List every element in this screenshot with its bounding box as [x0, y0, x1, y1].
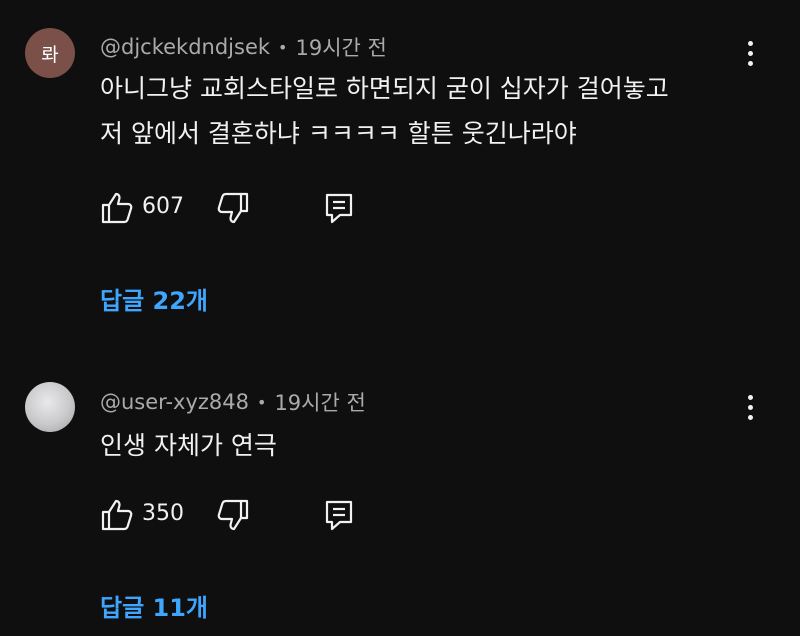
- like-count: 350: [142, 501, 184, 526]
- more-vert-icon[interactable]: [738, 392, 762, 422]
- comment-actions: 607: [100, 190, 400, 226]
- view-replies-button[interactable]: 답글 22개: [100, 281, 208, 316]
- separator-dot: •: [257, 392, 267, 412]
- comment-text: 아니그냥 교회스타일로 하면되지 굳이 십자가 걸어놓고 저 앞에서 결혼하냐 …: [100, 66, 669, 156]
- view-replies-button[interactable]: 답글 11개: [100, 588, 208, 623]
- comment-reply-icon[interactable]: [324, 191, 354, 225]
- username[interactable]: @djckekdndjsek: [100, 35, 270, 59]
- username[interactable]: @user-xyz848: [100, 390, 249, 414]
- comment-text: 인생 자체가 연극: [100, 423, 277, 468]
- comment-time[interactable]: 19시간 전: [274, 387, 365, 417]
- thumbs-up-icon[interactable]: [100, 497, 134, 533]
- avatar[interactable]: 롸: [25, 28, 75, 78]
- thumbs-down-icon[interactable]: [216, 497, 250, 533]
- comment-line: 아니그냥 교회스타일로 하면되지 굳이 십자가 걸어놓고: [100, 74, 669, 103]
- comment-actions: 350: [100, 497, 400, 533]
- thumbs-up-icon[interactable]: [100, 190, 134, 226]
- more-vert-icon[interactable]: [738, 38, 762, 68]
- separator-dot: •: [278, 37, 288, 57]
- comment-time[interactable]: 19시간 전: [295, 32, 386, 62]
- comment-line: 저 앞에서 결혼하냐 ㅋㅋㅋㅋ 할튼 웃긴나라야: [100, 119, 577, 148]
- comment-header: @djckekdndjsek • 19시간 전: [100, 32, 387, 62]
- comment-line: 인생 자체가 연극: [100, 431, 277, 460]
- thumbs-down-icon[interactable]: [216, 190, 250, 226]
- like-count: 607: [142, 194, 184, 219]
- comment-header: @user-xyz848 • 19시간 전: [100, 387, 366, 417]
- avatar[interactable]: [25, 382, 75, 432]
- comment-reply-icon[interactable]: [324, 498, 354, 532]
